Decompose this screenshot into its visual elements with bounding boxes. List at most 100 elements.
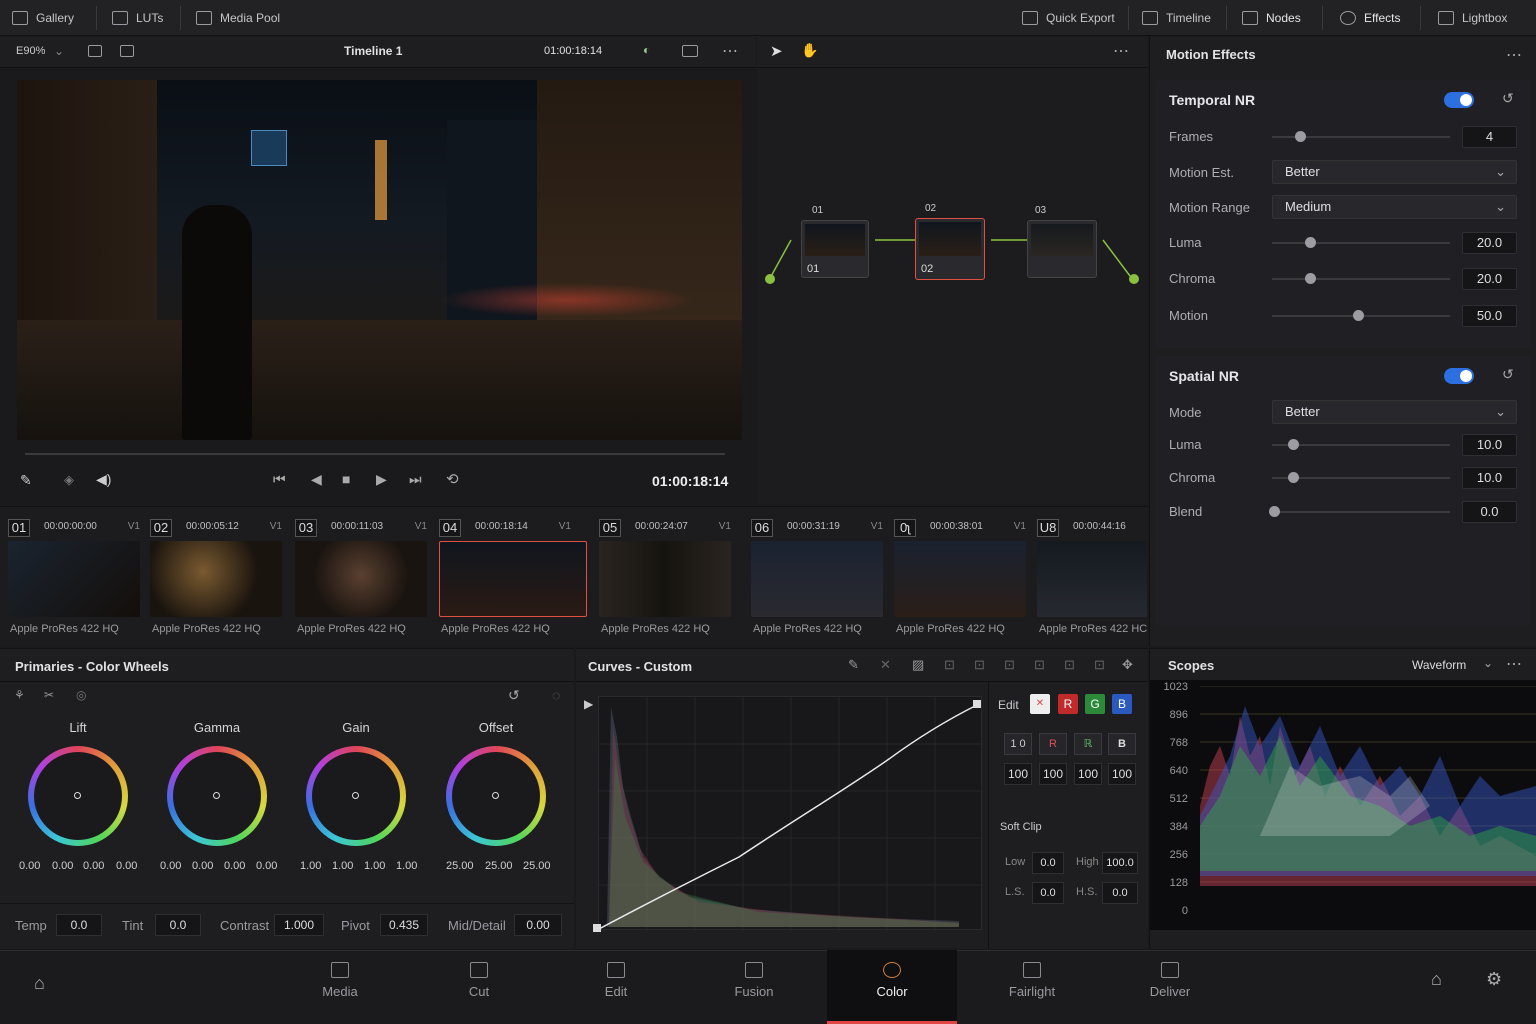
green-channel-button[interactable]: G	[1085, 694, 1105, 714]
curve-graph[interactable]	[598, 696, 983, 931]
b-channel-intensity-button[interactable]: B	[1108, 733, 1136, 755]
auto-balance-icon[interactable]: ◎	[76, 688, 86, 702]
gamma-y-value[interactable]: 0.00	[160, 860, 181, 872]
gain-g-value[interactable]: 1.00	[364, 860, 385, 872]
curve-tool-icon[interactable]: ✎	[848, 657, 859, 673]
quick-export-button[interactable]: Quick Export	[1022, 0, 1115, 36]
offset-r-value[interactable]: 25.00	[446, 860, 474, 872]
gamma-r-value[interactable]: 0.00	[192, 860, 213, 872]
frames-slider[interactable]	[1272, 131, 1450, 142]
motion-range-select[interactable]: Medium ⌄	[1272, 195, 1517, 219]
output-node-dot[interactable]	[1129, 274, 1139, 284]
lightbox-button[interactable]: Lightbox	[1438, 0, 1507, 36]
skip-start-icon[interactable]: ⏮	[273, 471, 286, 488]
more-icon[interactable]: ⋯	[1506, 654, 1522, 674]
media-pool-button[interactable]: Media Pool	[196, 0, 280, 36]
r-intensity-value[interactable]: 100	[1039, 763, 1067, 785]
reset-all-icon[interactable]: ◌	[552, 687, 560, 703]
spatial-chroma-slider[interactable]	[1272, 472, 1450, 483]
motion-est-select[interactable]: Better ⌄	[1272, 160, 1517, 184]
page-tab-fusion[interactable]: Fusion	[689, 950, 819, 1024]
blend-value[interactable]: 0.0	[1462, 501, 1517, 523]
temporal-chroma-value[interactable]: 20.0	[1462, 268, 1517, 290]
hue-vs-lum-icon[interactable]: ⊡	[1004, 657, 1015, 673]
tools-icon[interactable]: ✂	[44, 688, 54, 702]
hue-vs-hue-icon[interactable]: ⊡	[944, 657, 955, 673]
project-manager-icon[interactable]: ⌂	[1431, 969, 1442, 990]
viewer-split-icon[interactable]	[120, 45, 134, 57]
temporal-luma-slider[interactable]	[1272, 237, 1450, 248]
r-channel-intensity-button[interactable]: R	[1039, 733, 1067, 755]
home-icon[interactable]: ⌂	[34, 973, 45, 994]
clip-04-selected[interactable]: 04 00:00:18:14 V1 Apple ProRes 422 HQ	[439, 517, 587, 642]
timeline-button[interactable]: Timeline	[1142, 0, 1211, 36]
gallery-button[interactable]: Gallery	[12, 0, 74, 36]
curve-point-black[interactable]	[593, 924, 601, 932]
spatial-luma-value[interactable]: 10.0	[1462, 434, 1517, 456]
node-03[interactable]	[1027, 220, 1097, 278]
pivot-value[interactable]: 0.435	[380, 914, 428, 936]
clip-08[interactable]: U8 00:00:44:16 Apple ProRes 422 HC	[1037, 517, 1147, 642]
g-intensity-value[interactable]: 100	[1074, 763, 1102, 785]
pointer-icon[interactable]: ➤	[770, 42, 783, 60]
temporal-luma-value[interactable]: 20.0	[1462, 232, 1517, 254]
clip-01[interactable]: 01 00:00:00:00 V1 Apple ProRes 422 HQ	[8, 517, 148, 642]
eyedropper-icon[interactable]: ✎	[20, 472, 32, 489]
gamma-b-value[interactable]: 0.00	[256, 860, 277, 872]
viewer-mode-icon[interactable]	[88, 45, 102, 57]
sync-icon[interactable]: ◐	[643, 43, 650, 57]
reset-icon[interactable]: ↺	[1502, 90, 1514, 107]
more-icon[interactable]: ⋯	[1506, 45, 1522, 65]
tint-value[interactable]: 0.0	[155, 914, 201, 936]
page-tab-edit[interactable]: Edit	[551, 950, 681, 1024]
play-icon[interactable]: ▶	[376, 471, 387, 488]
hue-curve-icon[interactable]: ✕	[880, 657, 891, 673]
wheel-mode-icon[interactable]: ⚘	[14, 688, 25, 702]
low-soft-value[interactable]: 0.0	[1032, 882, 1064, 904]
volume-icon[interactable]: ◀)	[96, 471, 111, 488]
scrubber-bar[interactable]	[25, 453, 725, 455]
temporal-nr-toggle[interactable]	[1444, 92, 1474, 108]
y-intensity-value[interactable]: 100	[1004, 763, 1032, 785]
hue-vs-sat-icon[interactable]: ⊡	[974, 657, 985, 673]
clip-03[interactable]: 03 00:00:11:03 V1 Apple ProRes 422 HQ	[295, 517, 435, 642]
layers-icon[interactable]: ◈	[64, 472, 74, 488]
low-clip-value[interactable]: 0.0	[1032, 852, 1064, 874]
page-tab-color[interactable]: Color	[827, 950, 957, 1024]
offset-b-value[interactable]: 25.00	[523, 860, 551, 872]
timecode-display[interactable]: 01:00:18:14	[544, 45, 602, 57]
skip-end-icon[interactable]: ⏭	[409, 471, 422, 488]
mid-detail-value[interactable]: 0.00	[514, 914, 562, 936]
scope-mode-select[interactable]: Waveform	[1412, 658, 1466, 672]
frames-value[interactable]: 4	[1462, 126, 1517, 148]
timeline-selector[interactable]: Timeline 1	[344, 44, 402, 58]
motion-value[interactable]: 50.0	[1462, 305, 1517, 327]
node-01[interactable]: 01	[801, 220, 869, 278]
sat-vs-sat-icon[interactable]: ⊡	[1064, 657, 1075, 673]
y-channel-button[interactable]: 1 0	[1004, 733, 1032, 755]
link-channels-button[interactable]: ✕	[1030, 694, 1050, 714]
red-channel-button[interactable]: R	[1058, 694, 1078, 714]
page-tab-media[interactable]: Media	[275, 950, 405, 1024]
temp-value[interactable]: 0.0	[56, 914, 102, 936]
reset-icon[interactable]: ↺	[1502, 366, 1514, 383]
page-tab-cut[interactable]: Cut	[414, 950, 544, 1024]
spatial-chroma-value[interactable]: 10.0	[1462, 467, 1517, 489]
expand-icon[interactable]: ✥	[1122, 657, 1133, 673]
gain-r-value[interactable]: 1.00	[332, 860, 353, 872]
hand-icon[interactable]: ✋	[801, 42, 818, 59]
clip-02[interactable]: 02 00:00:05:12 V1 Apple ProRes 422 HQ	[150, 517, 290, 642]
clip-05[interactable]: 05 00:00:24:07 V1 Apple ProRes 422 HQ	[599, 517, 739, 642]
offset-g-value[interactable]: 25.00	[485, 860, 513, 872]
reset-icon[interactable]: ↺	[508, 687, 520, 704]
spatial-nr-toggle[interactable]	[1444, 368, 1474, 384]
high-clip-value[interactable]: 100.0	[1102, 852, 1138, 874]
luts-button[interactable]: LUTs	[112, 0, 163, 36]
b-intensity-value[interactable]: 100	[1108, 763, 1136, 785]
clip-06[interactable]: 06 00:00:31:19 V1 Apple ProRes 422 HQ	[751, 517, 891, 642]
page-tab-deliver[interactable]: Deliver	[1105, 950, 1235, 1024]
play-icon[interactable]: ▶	[584, 697, 593, 711]
more-icon[interactable]: ⋯	[722, 41, 738, 61]
gain-b-value[interactable]: 1.00	[396, 860, 417, 872]
node-02[interactable]: 02	[915, 218, 985, 280]
